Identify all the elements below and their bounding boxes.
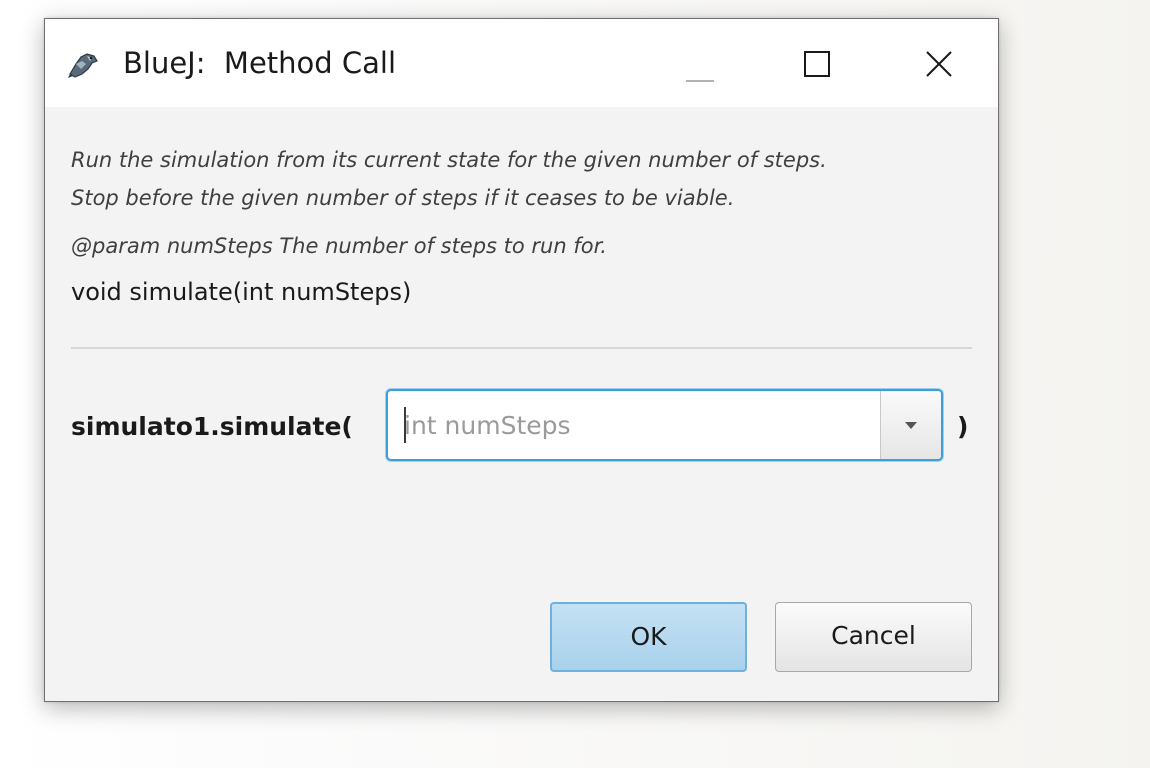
doc-comment-line-2: Stop before the given number of steps if… bbox=[71, 186, 735, 210]
minimize-button[interactable] bbox=[646, 19, 756, 107]
bluej-bird-icon bbox=[67, 52, 99, 80]
close-button[interactable] bbox=[885, 19, 995, 107]
method-call-prefix: simulato1.simulate( bbox=[71, 412, 353, 441]
method-call-suffix: ) bbox=[957, 412, 969, 441]
window-title: BlueJ: Method Call bbox=[123, 46, 397, 80]
title-bar[interactable]: BlueJ: Method Call bbox=[45, 19, 998, 107]
chevron-down-icon bbox=[905, 422, 917, 429]
method-signature: void simulate(int numSteps) bbox=[71, 278, 412, 306]
maximize-icon bbox=[804, 51, 830, 77]
minimize-icon bbox=[686, 80, 714, 82]
text-cursor bbox=[404, 407, 406, 443]
maximize-button[interactable] bbox=[765, 19, 875, 107]
dropdown-button[interactable] bbox=[880, 391, 941, 459]
close-icon bbox=[926, 51, 952, 77]
argument-combobox[interactable] bbox=[386, 389, 943, 461]
ok-button[interactable]: OK bbox=[550, 602, 747, 672]
method-call-dialog: BlueJ: Method Call Run the simulation fr… bbox=[44, 18, 999, 702]
num-steps-input[interactable] bbox=[404, 399, 874, 451]
doc-comment-line-1: Run the simulation from its current stat… bbox=[71, 148, 827, 172]
separator bbox=[71, 347, 972, 349]
doc-param-line: @param numSteps The number of steps to r… bbox=[71, 234, 607, 258]
cancel-button[interactable]: Cancel bbox=[775, 602, 972, 672]
